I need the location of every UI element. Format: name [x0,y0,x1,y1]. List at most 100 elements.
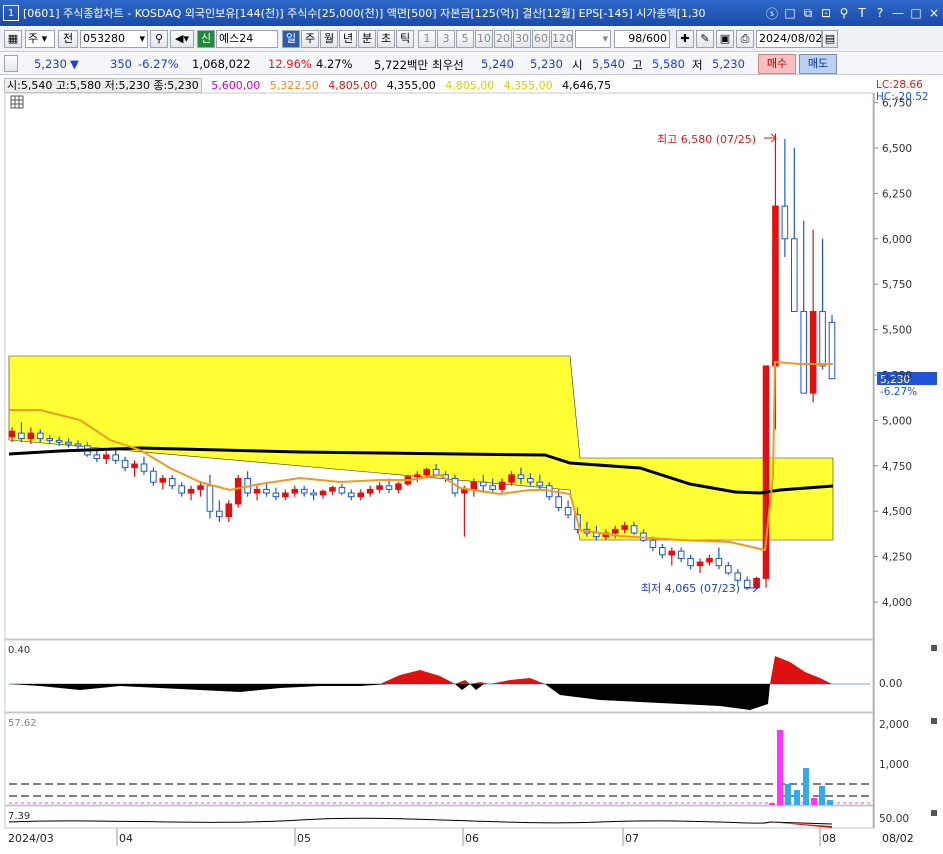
candle-body [819,310,826,367]
candle-body [809,310,817,394]
price-tick-label: 4,000 [882,597,912,609]
candle-body [234,478,242,505]
indicator3-close-icon[interactable] [931,810,937,816]
candle-body [178,485,185,494]
date-label-current: 08/02 [882,832,914,845]
candle-body [696,561,704,567]
candle-body [366,488,374,494]
candle-body [225,503,233,518]
candle-body [828,321,836,380]
candle-body [659,547,666,556]
price-tick-label: 5,750 [882,279,912,291]
candle-body [319,490,327,496]
candle-body [725,565,732,574]
candle-body [781,205,789,240]
indicator1-close-icon[interactable] [931,645,937,651]
candle-body [479,481,487,487]
candle-body [102,454,110,460]
indicator1-negative-c [545,684,770,710]
volume-bar [785,784,791,805]
price-tick-label: 6,000 [882,234,912,246]
indicator2-close-icon[interactable] [931,718,937,724]
candle-body [489,485,496,490]
candle-body [753,577,760,588]
date-label-07: 07 [625,832,639,845]
candle-body [527,478,534,483]
candle-body [348,492,355,498]
candle-body [555,496,562,509]
candle-body [187,488,195,494]
indicator2-label: 57.62 [8,718,37,729]
candle-body [197,485,204,490]
candle-body [611,528,619,534]
candle-body [253,488,261,494]
candle-body [517,474,525,480]
candle-body [121,459,129,469]
candle-body [432,468,440,476]
date-label-start: 2024/03 [8,832,54,845]
candle-body [564,507,572,516]
price-tick-label: 5,500 [882,325,912,337]
candle-body [93,454,101,460]
candle-body [677,550,685,559]
candle-body [498,481,506,490]
price-axis-ticks: 6,750 6,500 6,250 6,000 5,750 5,500 5,250 5,000… [874,98,912,609]
candle-body [413,474,421,478]
table-icon[interactable] [10,95,24,109]
candle-body [668,550,676,556]
candle-body [74,443,82,447]
price-tick-label: 6,750 [882,98,912,110]
candle-body [470,481,478,490]
indicator2-tick-1000: 1,000 [879,759,909,771]
candle-body [508,474,515,483]
candle-body [150,470,157,483]
candle-body [131,463,138,469]
candle-body [790,238,798,312]
price-tick-label: 6,250 [882,188,912,200]
candle-body [734,572,742,581]
candle-body [159,478,167,483]
price-tick-label: 5,000 [882,415,912,427]
candle-body [687,557,694,567]
candle-body [216,510,223,518]
candle-body [300,488,308,494]
candle-body [772,205,779,367]
candle-body [338,487,346,494]
indicator2-tick-2000: 2,000 [879,719,909,731]
candle-body [46,438,54,441]
indicator1-negative-b [455,684,484,690]
date-label-08: 08 [822,832,836,845]
indicator3-line [8,817,833,825]
candle-body [272,492,280,498]
candle-body [536,481,544,487]
candle-body [385,485,393,490]
candle-body [291,488,299,494]
candle-body [55,439,63,443]
indicator2-panel [4,712,874,806]
high-annotation: 최고 6,580 (07/25) [657,133,756,146]
price-tick-label: 4,500 [882,506,912,518]
volume-bar [819,786,825,805]
volume-bar [827,800,833,805]
low-annotation: 최저 4,065 (07/23) [641,582,740,595]
candle-body [112,454,119,461]
candle-body [18,432,25,440]
volume-bars-group [769,730,833,805]
candle-body [649,539,657,549]
candle-body [395,483,402,490]
volume-bar [811,798,817,805]
candle-body [706,557,713,563]
indicator3-panel [4,805,874,829]
indicator1-axis: 0.00 [879,678,902,690]
candle-body [715,557,723,567]
indicator3-label: 7.39 [8,811,30,822]
price-chart[interactable]: 5,230 -6.27% LC:28.66 HC:-20.52 6,7506,5… [0,0,943,854]
indicator3-axis: 50.00 [879,813,909,825]
volume-bar [777,730,783,805]
table-icon-lines [11,96,23,108]
volume-bar [794,790,800,805]
indicator1-positive-a [380,670,455,684]
indicator1-negative-a [9,684,390,692]
candle-body [206,485,214,512]
candle-body [282,492,289,498]
